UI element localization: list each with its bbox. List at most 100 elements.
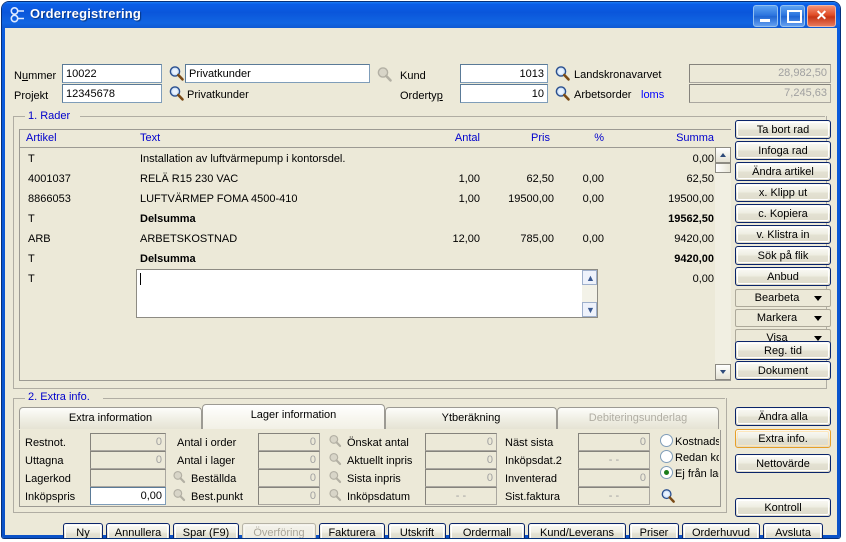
text-caret (140, 273, 141, 285)
bottom-button-orderhuvud[interactable]: Orderhuvud (682, 523, 760, 538)
sista-inpris-label: Sista inpris (347, 473, 401, 485)
radio-ej-fran-lager[interactable] (660, 466, 673, 479)
cell-percent: 0,00 (582, 233, 604, 245)
grid-vertical-scrollbar[interactable] (715, 147, 731, 380)
bottom-button-spar[interactable]: Spar (F9) (173, 523, 239, 538)
bottom-button-label: Priser (631, 525, 677, 538)
side-button-extra-info[interactable]: Extra info. (735, 429, 831, 448)
table-row[interactable]: 4001037 RELÄ R15 230 VAC 1,00 62,50 0,00… (20, 171, 731, 189)
ordertyp-input[interactable] (460, 84, 548, 103)
grid-col-artikel[interactable]: Artikel (26, 132, 57, 144)
table-row[interactable]: 8866053 LUFTVÄRMEP FOMA 4500-410 1,00 19… (20, 191, 731, 209)
bestallda-label: Beställda (191, 473, 237, 485)
grid-col-pris[interactable]: Pris (500, 132, 550, 144)
tab-extra-information[interactable]: Extra information (19, 407, 202, 429)
cell-artikel: 4001037 (28, 173, 71, 185)
table-row[interactable]: T Delsumma 9420,00 (20, 251, 731, 269)
side-button-klistra-in[interactable]: v. Klistra in (735, 225, 831, 244)
bottom-button-avsluta[interactable]: Avsluta (763, 523, 823, 538)
side-button-klipp-ut[interactable]: x. Klipp ut (735, 183, 831, 202)
grid-col-antal[interactable]: Antal (420, 132, 480, 144)
side-menu-bearbeta[interactable]: Bearbeta (735, 289, 831, 307)
memo-scrollbar[interactable]: ▲ ▼ (582, 270, 597, 317)
grid-col-text[interactable]: Text (140, 132, 160, 144)
side-button-infoga-rad[interactable]: Infoga rad (735, 141, 831, 160)
inkopspris-input[interactable] (90, 487, 166, 505)
side-button-label: x. Klipp ut (737, 185, 829, 200)
radio-redan-kostnadsfort[interactable] (660, 450, 673, 463)
inkopsdatum-label: Inköpsdatum (347, 491, 410, 503)
cell-antal: 1,00 (458, 173, 480, 185)
bottom-button-label: Ny (65, 525, 101, 538)
scroll-up-icon[interactable] (715, 147, 731, 163)
bottom-button-priser[interactable]: Priser (629, 523, 679, 538)
line-text-editor[interactable]: ▲ ▼ (136, 269, 598, 318)
table-row[interactable]: ARB ARBETSKOSTNAD 12,00 785,00 0,00 9420… (20, 231, 731, 249)
bottom-button-fakturera[interactable]: Fakturera (319, 523, 385, 538)
table-row[interactable]: T Installation av luftvärmepump i kontor… (20, 151, 731, 169)
side-button-label: Anbud (737, 269, 829, 284)
nummer-input[interactable] (62, 64, 162, 83)
nummer-lookup-icon[interactable] (167, 64, 187, 84)
lager-lookup-icon[interactable] (659, 487, 677, 505)
side-button-reg-tid[interactable]: Reg. tid (735, 341, 831, 360)
side-button-kontroll[interactable]: Kontroll (735, 498, 831, 517)
minimize-button[interactable] (753, 5, 778, 27)
side-button-andra-alla[interactable]: Ändra alla (735, 407, 831, 426)
radio-kostnadsfort-label: Kostnadsfö (675, 436, 719, 448)
window-client-area: Nummer Projekt (5, 28, 837, 538)
inkopsdat2-field: - - (578, 451, 650, 469)
side-button-label: Dokument (737, 363, 829, 378)
kund-lookup-icon[interactable] (553, 64, 573, 84)
order-lines-grid[interactable]: Artikel Text Antal Pris % Summa T Instal… (19, 129, 731, 381)
side-button-label: c. Kopiera (737, 206, 829, 221)
bottom-button-annullera[interactable]: Annullera (106, 523, 170, 538)
projekt-input[interactable] (62, 84, 162, 103)
grid-col-percent[interactable]: % (576, 132, 604, 144)
cell-pris: 785,00 (520, 233, 554, 245)
side-button-kopiera[interactable]: c. Kopiera (735, 204, 831, 223)
extra-info-caption: 2. Extra info. (25, 391, 93, 403)
onskat-antal-label: Önskat antal (347, 437, 409, 449)
lagerkod-field (90, 469, 166, 487)
nummer-name-input[interactable] (185, 64, 370, 83)
inventerad-label: Inventerad (505, 473, 557, 485)
inkopsdat2-label: Inköpsdat.2 (505, 455, 562, 467)
side-button-nettovarde[interactable]: Nettovärde (735, 454, 831, 473)
projekt-lookup-icon[interactable] (167, 84, 187, 104)
bottom-button-ordermall[interactable]: Ordermall (449, 523, 525, 538)
nast-sista-label: Näst sista (505, 437, 554, 449)
side-menu-markera[interactable]: Markera (735, 309, 831, 327)
scroll-thumb[interactable] (715, 163, 731, 173)
ordertyp-name-text: Arbetsorder (574, 89, 632, 101)
best-punkt-label: Best.punkt (191, 491, 243, 503)
maximize-button[interactable] (780, 5, 805, 27)
side-button-ta-bort-rad[interactable]: Ta bort rad (735, 120, 831, 139)
bottom-button-utskrift[interactable]: Utskrift (388, 523, 446, 538)
scroll-down-icon[interactable] (715, 364, 731, 380)
ordertyp-lookup-icon[interactable] (553, 84, 573, 104)
bottom-button-kund-leverans[interactable]: Kund/Leverans (528, 523, 626, 538)
bestallda-lookup-icon (171, 469, 187, 485)
kund-input[interactable] (460, 64, 548, 83)
tab-lager-information[interactable]: Lager information (202, 404, 385, 429)
grid-col-summa[interactable]: Summa (650, 132, 714, 144)
memo-scroll-down-icon[interactable]: ▼ (582, 302, 597, 317)
side-button-sok-pa-flik[interactable]: Sök på flik (735, 246, 831, 265)
memo-scroll-up-icon[interactable]: ▲ (582, 270, 597, 285)
window-title: Orderregistrering (30, 6, 142, 21)
bottom-button-ny[interactable]: Ny (63, 523, 103, 538)
side-button-dokument[interactable]: Dokument (735, 361, 831, 380)
side-button-andra-artikel[interactable]: Ändra artikel (735, 162, 831, 181)
close-button[interactable]: ✕ (807, 5, 836, 27)
antal-i-lager-label: Antal i lager (177, 455, 236, 467)
bottom-button-label: Spar (F9) (175, 525, 237, 538)
total-1-field: 28,982,50 (689, 64, 831, 83)
table-row[interactable]: T Delsumma 19562,50 (20, 211, 731, 229)
antal-i-lager-field: 0 (258, 451, 320, 469)
radio-kostnadsfort[interactable] (660, 434, 673, 447)
tab-ytberakning[interactable]: Ytberäkning (385, 407, 557, 429)
ordertyp-extra-link[interactable]: loms (641, 89, 664, 101)
side-button-anbud[interactable]: Anbud (735, 267, 831, 286)
cell-summa: 0,00 (692, 273, 714, 285)
